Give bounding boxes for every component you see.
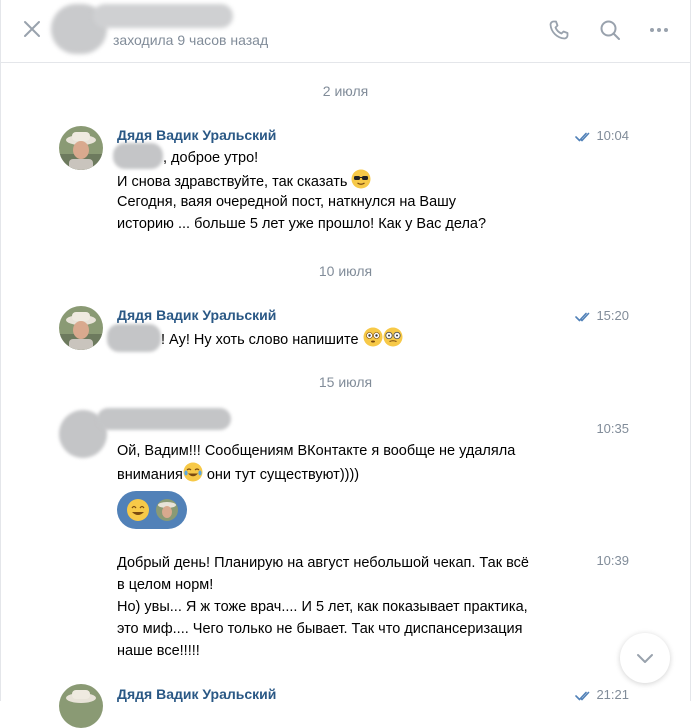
- message-line: Сегодня, ваяя очередной пост, наткнулся …: [117, 194, 457, 210]
- read-check-icon: [575, 132, 590, 142]
- read-check-icon: [575, 312, 590, 322]
- contact-name-redacted[interactable]: [93, 4, 233, 28]
- avatar[interactable]: [59, 126, 103, 170]
- chevron-down-icon: [637, 654, 653, 663]
- avatar[interactable]: [59, 684, 103, 728]
- message-author[interactable]: Дядя Вадик Уральский: [117, 307, 276, 323]
- message-line: , доброе утро!: [163, 150, 259, 166]
- search-icon[interactable]: [598, 18, 622, 42]
- date-separator: 15 июля: [318, 374, 373, 390]
- date-separator: 2 июля: [322, 83, 369, 99]
- read-check-icon: [575, 691, 590, 701]
- date-separator: 10 июля: [318, 263, 373, 279]
- message-line: наше все!!!!!: [117, 643, 200, 659]
- message-line: Добрый день! Планирую на август небольшо…: [117, 555, 529, 571]
- message-line: это миф.... Чего только не бывает. Так ч…: [117, 621, 523, 637]
- avatar[interactable]: [59, 306, 103, 350]
- author-redacted[interactable]: [97, 408, 231, 430]
- redacted-name: [113, 143, 163, 169]
- phone-icon[interactable]: [547, 18, 571, 42]
- chat-window: заходила 9 часов назад 2 июля Дядя Вадик…: [0, 0, 691, 728]
- reaction-sticker[interactable]: [117, 491, 187, 529]
- eyeglasses-face-emoji-icon: [383, 327, 403, 354]
- redacted-name: [107, 324, 161, 352]
- more-icon[interactable]: [647, 18, 671, 42]
- message-time: 10:35: [596, 421, 629, 436]
- message-line: ! Ау! Ну хоть слово напишите: [161, 327, 641, 354]
- message-line: в целом норм!: [117, 577, 214, 593]
- last-seen-status: заходила 9 часов назад: [113, 32, 269, 48]
- message-line: внимания они тут существуют)))): [117, 462, 597, 489]
- message-time: 21:21: [596, 687, 629, 702]
- scroll-down-button[interactable]: [620, 633, 670, 683]
- tears-of-joy-emoji-icon: [183, 462, 203, 489]
- message-time: 15:20: [596, 308, 629, 323]
- message-time: 10:04: [596, 128, 629, 143]
- message-author[interactable]: Дядя Вадик Уральский: [117, 127, 276, 143]
- message-line: Но) увы... Я ж тоже врач.... И 5 лет, ка…: [117, 599, 528, 615]
- message-line: историю ... больше 5 лет уже прошло! Как…: [117, 216, 487, 232]
- message-time: 10:39: [596, 553, 629, 568]
- flushed-face-emoji-icon: [363, 327, 383, 354]
- close-icon[interactable]: [23, 20, 41, 38]
- chat-header: заходила 9 часов назад: [1, 0, 690, 63]
- message-line: Ой, Вадим!!! Сообщениям ВКонтакте я вооб…: [117, 443, 516, 459]
- message-author[interactable]: Дядя Вадик Уральский: [117, 686, 276, 702]
